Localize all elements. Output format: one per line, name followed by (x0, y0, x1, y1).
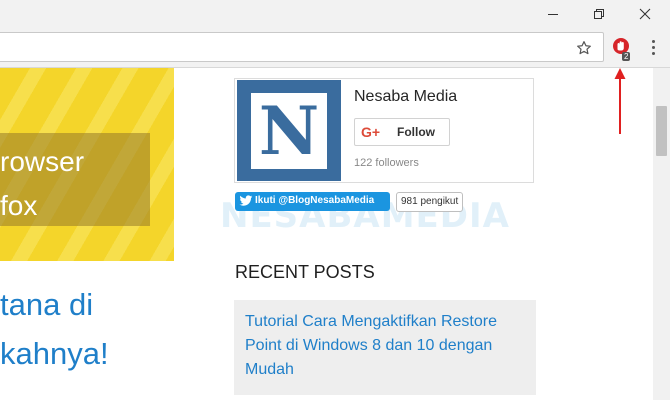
scrollbar-thumb[interactable] (656, 106, 667, 156)
page-scrollbar[interactable] (653, 68, 670, 400)
minimize-icon (547, 14, 558, 15)
gplus-follow-button[interactable]: G+ Follow (354, 118, 450, 146)
brand-logo-letter: N (251, 92, 327, 169)
gplus-followers-count: 122 followers (354, 157, 419, 169)
recent-post-item: Tutorial Cara Mengaktifkan Restore Point… (234, 300, 536, 395)
twitter-follow-button[interactable]: Ikuti @BlogNesabaMedia (235, 192, 390, 211)
extension-badge: 2 (622, 52, 631, 61)
bookmark-star-icon[interactable] (574, 38, 594, 58)
twitter-bird-icon (239, 195, 253, 206)
restore-icon (593, 9, 604, 19)
featured-image[interactable]: rowser fox (0, 68, 174, 261)
minimize-button[interactable] (530, 0, 575, 28)
follow-label: Follow (397, 125, 435, 139)
gplus-page-name[interactable]: Nesaba Media (354, 88, 457, 106)
annotation-arrow-icon (614, 68, 626, 134)
article-headline-line1[interactable]: tana di (0, 287, 93, 323)
brand-logo[interactable]: N (237, 80, 341, 181)
address-bar[interactable] (0, 32, 604, 62)
browser-toolbar (0, 30, 670, 68)
window-titlebar (0, 0, 670, 30)
restore-button[interactable] (576, 0, 621, 28)
featured-image-text-line1: rowser (0, 146, 85, 177)
recent-posts-heading: RECENT POSTS (235, 262, 375, 282)
more-vertical-icon[interactable] (644, 36, 662, 58)
twitter-follow-label: Ikuti @BlogNesabaMedia (255, 195, 375, 206)
recent-post-link[interactable]: Tutorial Cara Mengaktifkan Restore Point… (245, 310, 525, 382)
featured-image-text-line2: fox (0, 190, 38, 221)
close-button[interactable] (622, 0, 667, 28)
close-icon (639, 8, 650, 20)
twitter-follower-count: 981 pengikut (396, 192, 464, 212)
google-plus-icon: G+ (361, 124, 381, 140)
article-headline-line2[interactable]: kahnya! (0, 336, 109, 372)
